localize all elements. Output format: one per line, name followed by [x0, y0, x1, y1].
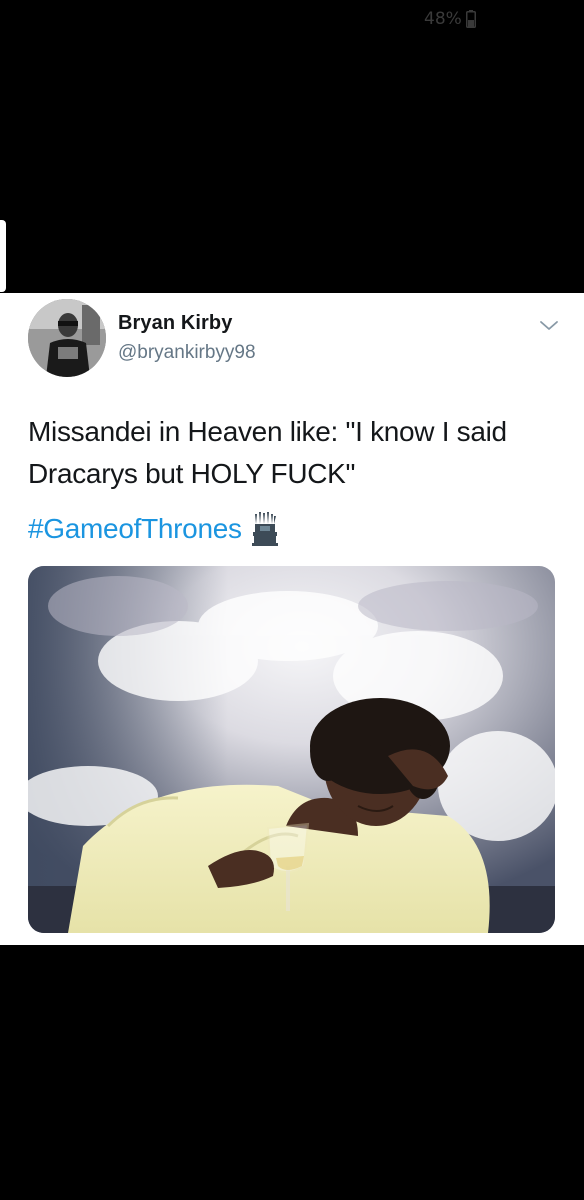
- author-name[interactable]: Bryan Kirby: [118, 312, 232, 335]
- tweet-card: Bryan Kirby @bryankirbyy98 Missandei in …: [0, 293, 584, 945]
- hashtag-link[interactable]: #GameofThrones: [28, 513, 242, 545]
- iron-throne-icon: [251, 512, 278, 546]
- status-bar: 48%: [0, 0, 584, 40]
- author-handle[interactable]: @bryankirbyy98: [118, 342, 256, 364]
- battery-percent: 48%: [424, 9, 462, 29]
- tweet-media-image[interactable]: [28, 566, 555, 933]
- tweet-text: Missandei in Heaven like: "I know I said…: [28, 416, 507, 489]
- edge-panel-handle[interactable]: [0, 220, 6, 292]
- hashtag-line: #GameofThrones: [28, 512, 278, 546]
- battery-indicator: 48%: [424, 9, 476, 29]
- battery-icon: [465, 10, 476, 28]
- avatar[interactable]: [28, 299, 106, 377]
- chevron-down-icon[interactable]: [537, 317, 561, 335]
